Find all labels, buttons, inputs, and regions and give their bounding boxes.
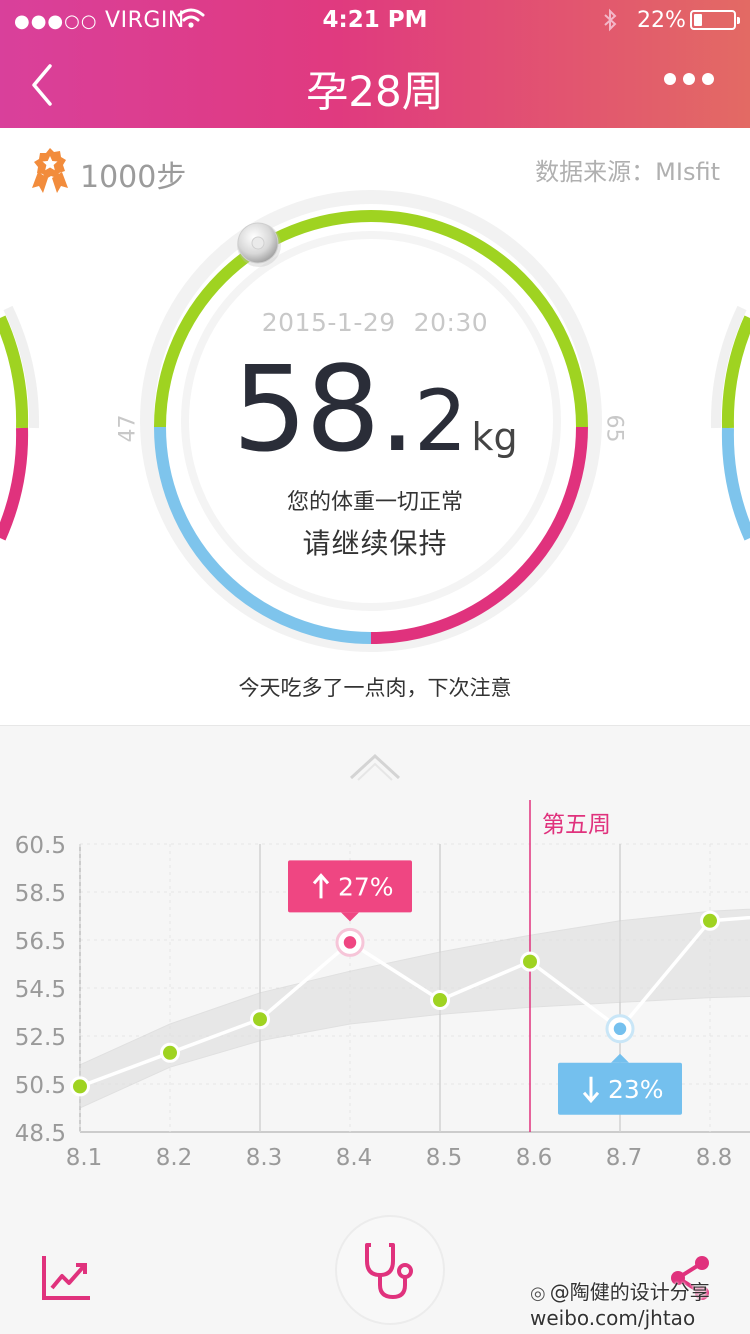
- y-tick-label: 58.5: [15, 881, 66, 907]
- x-tick-label: 8.7: [606, 1145, 643, 1171]
- y-tick-label: 60.5: [15, 833, 66, 859]
- page-title: 孕28周: [306, 67, 444, 116]
- watermark: ◎ @陶健的设计分享 weibo.com/jhtao: [530, 1280, 710, 1330]
- status-encouragement: 请继续保持: [302, 527, 448, 560]
- bluetooth-icon: [604, 8, 617, 32]
- range-max: 65: [601, 414, 627, 443]
- range-min: 47: [115, 414, 141, 443]
- watermark-author: ◎ @陶健的设计分享: [530, 1280, 710, 1304]
- weight-integer: 58.: [232, 340, 416, 478]
- x-tick-label: 8.2: [156, 1145, 193, 1171]
- y-tick-label: 52.5: [15, 1025, 66, 1051]
- weight-trend-chart: 60.5 58.5 56.5 54.5 52.5 50.5 48.58.1 8.2 8.3 8.4…: [15, 800, 750, 1171]
- weight-value: 58.2 kg: [0, 340, 750, 478]
- trend-chart-icon[interactable]: [40, 1254, 92, 1302]
- callout-up-label: 27%: [338, 872, 394, 901]
- week-marker-label: 第五周: [542, 812, 611, 838]
- y-tick-label: 56.5: [15, 929, 66, 955]
- battery-percent: 22%: [637, 8, 686, 33]
- measure-time: 20:30: [413, 308, 489, 337]
- header: ●●●○○ VIRGIN 4:21 PM 22% 孕28周: [0, 0, 750, 128]
- data-point[interactable]: [70, 1076, 90, 1097]
- measure-datetime: 2015-1-29 20:30: [0, 308, 750, 337]
- x-tick-label: 8.6: [516, 1145, 553, 1171]
- y-tick-label: 50.5: [15, 1073, 66, 1099]
- weight-card: 1000步 数据来源：MIsfit 2015-1-29 20:30 58.2 k…: [0, 128, 750, 726]
- weight-screen: ●●●○○ VIRGIN 4:21 PM 22% 孕28周 1000步 数据来源…: [0, 0, 750, 1334]
- status-bar: ●●●○○ VIRGIN 4:21 PM 22%: [0, 0, 750, 40]
- y-tick-label: 54.5: [15, 977, 66, 1003]
- gauge-knob[interactable]: [237, 222, 281, 267]
- x-tick-label: 8.8: [696, 1145, 733, 1171]
- data-point[interactable]: [430, 990, 450, 1010]
- data-point[interactable]: [250, 1009, 270, 1030]
- x-tick-label: 8.3: [246, 1145, 283, 1171]
- battery-fill: [694, 14, 703, 26]
- watermark-url: weibo.com/jhtao: [530, 1306, 696, 1330]
- y-tick-label: 48.5: [15, 1121, 66, 1147]
- daily-tip: 今天吃多了一点肉，下次注意: [238, 676, 512, 700]
- battery-icon: [690, 10, 740, 30]
- data-point[interactable]: [520, 951, 540, 972]
- weight-decimal: 2: [414, 372, 467, 470]
- status-message: 您的体重一切正常: [286, 490, 463, 515]
- data-point[interactable]: [700, 910, 720, 931]
- stethoscope-button[interactable]: [335, 1215, 445, 1325]
- data-point-high-core: [342, 934, 358, 951]
- weight-unit: kg: [471, 415, 518, 459]
- data-point[interactable]: [160, 1042, 180, 1063]
- chevron-up-icon[interactable]: [348, 752, 402, 782]
- x-tick-label: 8.4: [336, 1145, 373, 1171]
- callout-down-pointer: [611, 1053, 629, 1063]
- stethoscope-icon: [365, 1243, 413, 1300]
- callout-down-label: 23%: [608, 1075, 664, 1104]
- x-tick-label: 8.5: [426, 1145, 463, 1171]
- measure-date: 2015-1-29: [261, 308, 396, 337]
- watermark-handle: @陶健的设计分享: [549, 1280, 710, 1304]
- x-tick-label: 8.1: [66, 1145, 103, 1171]
- more-dots-icon[interactable]: [664, 70, 724, 98]
- callout-up-pointer: [341, 912, 359, 922]
- data-point-low-core: [612, 1021, 628, 1037]
